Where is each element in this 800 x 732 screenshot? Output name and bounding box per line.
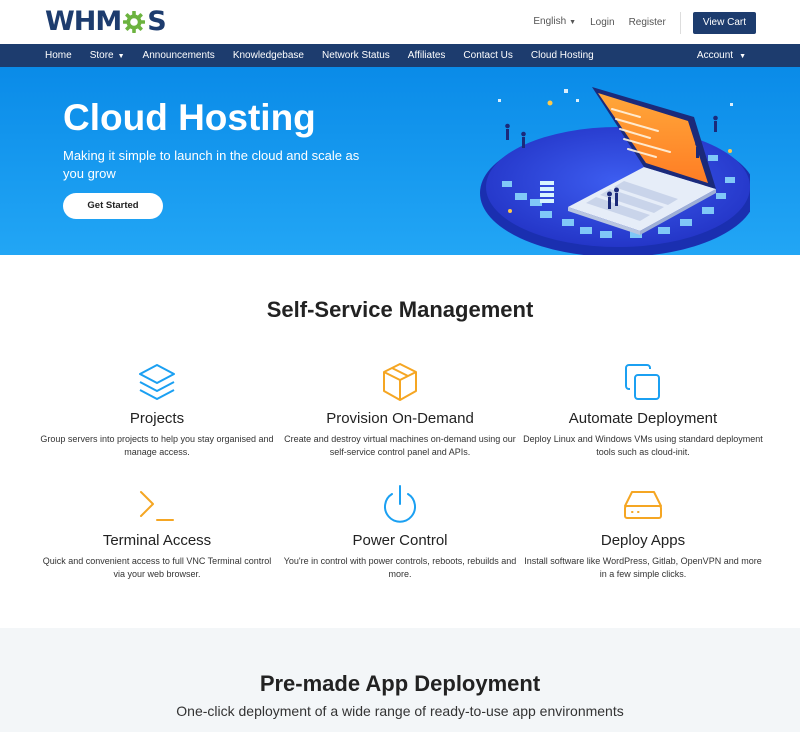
- feature-provision-on-demand: Provision On-Demand Create and destroy v…: [280, 360, 520, 458]
- top-links: English ▼ Login Register View Cart: [519, 11, 756, 34]
- feature-description: You're in control with power controls, r…: [283, 556, 517, 579]
- nav-account[interactable]: Account ▼: [697, 44, 746, 68]
- hard-drive-icon: [624, 491, 662, 519]
- main-navbar: Home Store ▼ Announcements Knowledgebase …: [0, 44, 800, 67]
- feature-description: Deploy Linux and Windows VMs using stand…: [523, 434, 763, 457]
- divider: [679, 11, 681, 34]
- nav-affiliates[interactable]: Affiliates: [408, 44, 446, 67]
- nav-store[interactable]: Store ▼: [90, 44, 125, 68]
- logo-text-prefix: WHM: [45, 6, 122, 37]
- nav-home[interactable]: Home: [45, 44, 72, 67]
- nav-store-label: Store: [89, 49, 114, 61]
- register-link[interactable]: Register: [629, 12, 666, 34]
- feature-title: Deploy Apps: [600, 532, 686, 549]
- feature-title: Provision On-Demand: [326, 410, 474, 427]
- feature-description: Quick and convenient access to full VNC …: [42, 556, 272, 579]
- get-started-button[interactable]: Get Started: [63, 193, 163, 219]
- caret-down-icon: ▼: [739, 53, 746, 60]
- nav-network-status[interactable]: Network Status: [322, 44, 390, 67]
- copy-icon: [625, 364, 660, 400]
- terminal-icon: [140, 491, 174, 521]
- logo-text-suffix: S: [147, 6, 166, 37]
- feature-deploy-apps: Deploy Apps Install software like WordPr…: [523, 482, 763, 580]
- view-cart-button[interactable]: View Cart: [692, 11, 756, 34]
- logo[interactable]: WHM S: [45, 6, 167, 37]
- nav-items: Home Store ▼ Announcements Knowledgebase …: [45, 44, 612, 67]
- login-link[interactable]: Login: [590, 12, 614, 34]
- hero-subtitle: Making it simple to launch in the cloud …: [63, 148, 360, 181]
- feature-description: Install software like WordPress, Gitlab,…: [524, 556, 762, 579]
- feature-terminal-access: Terminal Access Quick and convenient acc…: [37, 482, 277, 580]
- nav-knowledgebase-label: Knowledgebase: [232, 50, 304, 61]
- feature-description: Create and destroy virtual machines on-d…: [284, 434, 516, 457]
- nav-knowledgebase[interactable]: Knowledgebase: [233, 44, 304, 67]
- apps-section-title: Pre-made App Deployment: [259, 671, 541, 696]
- nav-contact-us[interactable]: Contact Us: [463, 44, 512, 67]
- feature-power-control: Power Control You're in control with pow…: [280, 482, 520, 580]
- feature-description: Group servers into projects to help you …: [40, 434, 274, 457]
- nav-network-status-label: Network Status: [321, 50, 390, 61]
- power-icon: [384, 485, 416, 523]
- apps-section-subtitle: One-click deployment of a wide range of …: [176, 703, 624, 719]
- nav-home-label: Home: [45, 50, 72, 61]
- feature-title: Terminal Access: [102, 532, 212, 549]
- language-select[interactable]: English ▼: [533, 11, 576, 34]
- nav-contact-us-label: Contact Us: [463, 50, 513, 61]
- nav-cloud-hosting[interactable]: Cloud Hosting: [531, 44, 594, 67]
- nav-affiliates-label: Affiliates: [407, 50, 446, 61]
- gear-icon: [123, 11, 146, 33]
- feature-automate-deployment: Automate Deployment Deploy Linux and Win…: [523, 360, 763, 458]
- feature-title: Automate Deployment: [568, 410, 718, 427]
- caret-down-icon: ▼: [569, 19, 577, 26]
- nav-account-label: Account: [696, 50, 734, 61]
- layers-icon: [139, 364, 175, 400]
- top-bar: WHM S English ▼ Login Register View Cart: [0, 0, 800, 44]
- feature-title: Projects: [129, 410, 185, 427]
- hero-title: Cloud Hosting: [63, 97, 316, 138]
- language-label: English: [533, 16, 567, 27]
- feature-title: Power Control: [352, 532, 448, 549]
- hero-banner: Cloud Hosting Making it simple to launch…: [0, 67, 800, 255]
- nav-cloud-hosting-label: Cloud Hosting: [530, 50, 594, 61]
- nav-announcements[interactable]: Announcements: [143, 44, 215, 67]
- features-section-title: Self-Service Management: [266, 297, 534, 322]
- nav-announcements-label: Announcements: [142, 50, 215, 61]
- box-icon: [383, 363, 417, 401]
- feature-projects: Projects Group servers into projects to …: [37, 360, 277, 458]
- cloud-laptop-illustration: [480, 87, 750, 255]
- caret-down-icon: ▼: [117, 52, 125, 60]
